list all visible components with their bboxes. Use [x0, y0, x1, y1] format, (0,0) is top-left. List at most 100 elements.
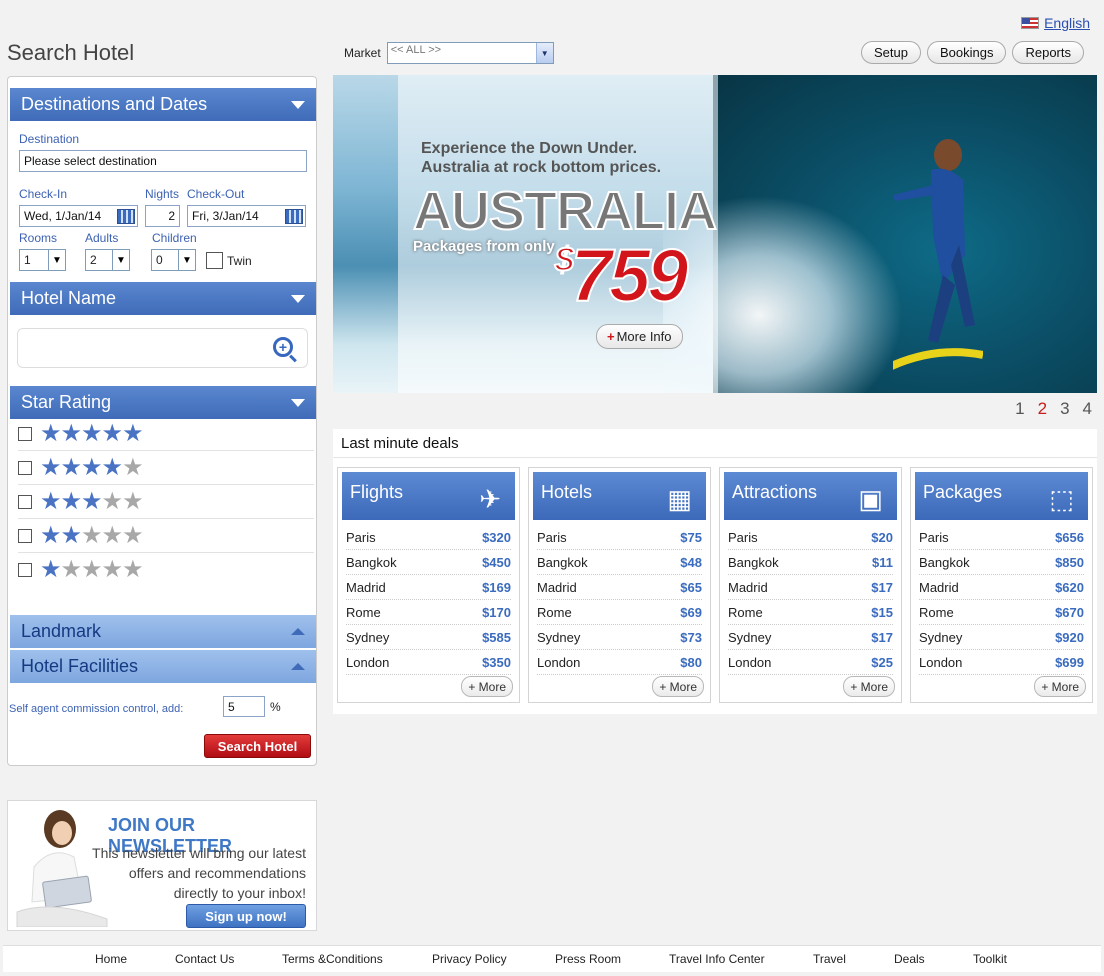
hotel-name-section-header[interactable]: Hotel Name — [10, 282, 316, 315]
deal-row[interactable]: Rome $15 — [728, 600, 893, 625]
pager-page-3[interactable]: 3 — [1060, 399, 1069, 419]
footer-link[interactable]: Deals — [894, 952, 925, 966]
star-2-checkbox[interactable] — [18, 528, 32, 543]
deal-card-header[interactable]: Packages ⬚ — [915, 472, 1088, 520]
checkin-input[interactable]: Wed, 1/Jan/14 — [19, 205, 138, 227]
pager-page-2-active[interactable]: 2 — [1038, 399, 1047, 419]
star-1-checkbox[interactable] — [18, 563, 32, 577]
zoom-search-icon[interactable]: + — [273, 337, 293, 357]
deal-row[interactable]: Paris $656 — [919, 525, 1084, 550]
deal-row[interactable]: Madrid $169 — [346, 575, 511, 600]
hotel-name-input[interactable]: + — [17, 328, 308, 368]
footer-link[interactable]: Privacy Policy — [432, 952, 507, 966]
more-deals-button[interactable]: + More — [1034, 676, 1086, 697]
destinations-section-header[interactable]: Destinations and Dates — [10, 88, 316, 121]
checkout-input[interactable]: Fri, 3/Jan/14 — [187, 205, 306, 227]
deal-row[interactable]: Bangkok $850 — [919, 550, 1084, 575]
star-row-3[interactable]: ★★★★★ — [18, 485, 314, 519]
chevron-down-icon[interactable]: ▼ — [48, 250, 65, 270]
star-row-1[interactable]: ★★★★★ — [18, 553, 314, 587]
deal-price[interactable]: $450 — [482, 555, 511, 570]
chevron-down-icon[interactable]: ▼ — [535, 43, 553, 63]
calendar-icon[interactable] — [117, 209, 135, 224]
deal-row[interactable]: Bangkok $48 — [537, 550, 702, 575]
star-row-4[interactable]: ★★★★★ — [18, 451, 314, 485]
footer-link[interactable]: Terms &Conditions — [282, 952, 383, 966]
deal-row[interactable]: Bangkok $450 — [346, 550, 511, 575]
deal-price[interactable]: $620 — [1055, 580, 1084, 595]
calendar-icon[interactable] — [285, 209, 303, 224]
chevron-down-icon[interactable]: ▼ — [112, 250, 129, 270]
newsletter-banner[interactable]: JOIN OUR NEWSLETTER This newsletter will… — [7, 800, 317, 931]
footer-link[interactable]: Home — [95, 952, 127, 966]
more-deals-button[interactable]: + More — [652, 676, 704, 697]
adults-select[interactable]: 2 ▼ — [85, 249, 130, 271]
deal-price[interactable]: $48 — [680, 555, 702, 570]
more-deals-button[interactable]: + More — [843, 676, 895, 697]
children-select[interactable]: 0 ▼ — [151, 249, 196, 271]
deal-row[interactable]: Sydney $920 — [919, 625, 1084, 650]
sign-up-button[interactable]: Sign up now! — [186, 904, 306, 928]
deal-price[interactable]: $320 — [482, 530, 511, 545]
search-hotel-button[interactable]: Search Hotel — [204, 734, 311, 758]
star-row-5[interactable]: ★★★★★ — [18, 417, 314, 451]
commission-input[interactable]: 5 — [223, 696, 265, 717]
deal-price[interactable]: $656 — [1055, 530, 1084, 545]
deal-row[interactable]: Sydney $17 — [728, 625, 893, 650]
deal-price[interactable]: $15 — [871, 605, 893, 620]
deal-price[interactable]: $75 — [680, 530, 702, 545]
chevron-down-icon[interactable]: ▼ — [178, 250, 195, 270]
market-select[interactable]: << ALL >> ▼ — [386, 42, 554, 64]
deal-price[interactable]: $169 — [482, 580, 511, 595]
destination-input[interactable]: Please select destination — [19, 150, 307, 172]
deal-price[interactable]: $17 — [871, 630, 893, 645]
deal-price[interactable]: $170 — [482, 605, 511, 620]
footer-link[interactable]: Toolkit — [973, 952, 1007, 966]
deal-row[interactable]: Madrid $620 — [919, 575, 1084, 600]
promo-banner[interactable]: Experience the Down Under. Australia at … — [333, 75, 1097, 393]
deal-price[interactable]: $20 — [871, 530, 893, 545]
deal-row[interactable]: Rome $170 — [346, 600, 511, 625]
deal-price[interactable]: $11 — [872, 555, 893, 570]
language-selector[interactable]: English — [1021, 15, 1090, 31]
star-rating-section-header[interactable]: Star Rating — [10, 386, 316, 419]
more-info-button[interactable]: + More Info — [596, 324, 683, 349]
footer-link[interactable]: Contact Us — [175, 952, 234, 966]
deal-price[interactable]: $850 — [1055, 555, 1084, 570]
deal-row[interactable]: Sydney $73 — [537, 625, 702, 650]
language-link[interactable]: English — [1044, 15, 1090, 31]
deal-row[interactable]: Madrid $65 — [537, 575, 702, 600]
deal-row[interactable]: Paris $320 — [346, 525, 511, 550]
deal-price[interactable]: $25 — [871, 655, 893, 670]
deal-price[interactable]: $350 — [482, 655, 511, 670]
star-5-checkbox[interactable] — [18, 426, 32, 441]
deal-price[interactable]: $699 — [1055, 655, 1084, 670]
deal-price[interactable]: $585 — [482, 630, 511, 645]
nights-input[interactable]: 2 — [145, 205, 180, 227]
deal-row[interactable]: Bangkok $11 — [728, 550, 893, 575]
deal-price[interactable]: $17 — [871, 580, 893, 595]
deal-card-header[interactable]: Flights ✈ — [342, 472, 515, 520]
footer-link[interactable]: Press Room — [555, 952, 621, 966]
deal-row[interactable]: Paris $20 — [728, 525, 893, 550]
footer-link[interactable]: Travel — [813, 952, 846, 966]
deal-row[interactable]: London $25 — [728, 650, 893, 675]
deal-row[interactable]: London $80 — [537, 650, 702, 675]
bookings-button[interactable]: Bookings — [926, 41, 1007, 64]
more-deals-button[interactable]: + More — [461, 676, 513, 697]
landmark-section-header[interactable]: Landmark — [10, 615, 316, 648]
deal-row[interactable]: London $699 — [919, 650, 1084, 675]
deal-price[interactable]: $65 — [680, 580, 702, 595]
deal-price[interactable]: $670 — [1055, 605, 1084, 620]
deal-row[interactable]: Rome $670 — [919, 600, 1084, 625]
deal-row[interactable]: Paris $75 — [537, 525, 702, 550]
deal-row[interactable]: Sydney $585 — [346, 625, 511, 650]
deal-row[interactable]: Rome $69 — [537, 600, 702, 625]
star-4-checkbox[interactable] — [18, 460, 32, 475]
deal-card-header[interactable]: Hotels ▦ — [533, 472, 706, 520]
twin-checkbox[interactable] — [206, 252, 223, 269]
star-row-2[interactable]: ★★★★★ — [18, 519, 314, 553]
deal-row[interactable]: Madrid $17 — [728, 575, 893, 600]
hotel-facilities-section-header[interactable]: Hotel Facilities — [10, 650, 316, 683]
deal-price[interactable]: $73 — [680, 630, 702, 645]
